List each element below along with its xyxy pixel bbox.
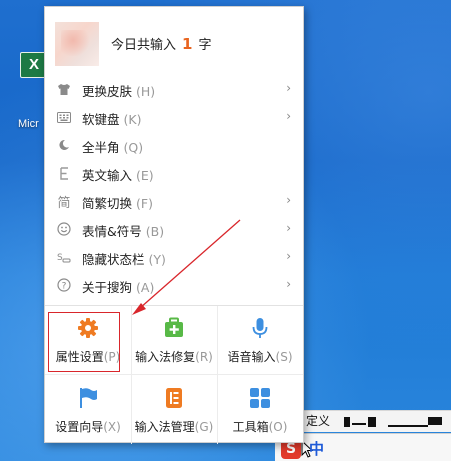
menu-item-hotkey: (K) (123, 112, 142, 127)
manager-icon (162, 386, 186, 410)
jian-icon: 简 (57, 195, 71, 211)
menu-header: 今日共输入 1 字 (45, 7, 303, 79)
chevron-right-icon: › (286, 249, 291, 263)
letter-e-icon (57, 166, 71, 180)
menu-item-english-input[interactable]: 英文输入 (E) (45, 159, 303, 187)
desktop-icon-label: Micr (18, 118, 39, 130)
header-suffix: 字 (198, 38, 212, 53)
svg-text:S: S (57, 253, 63, 263)
menu-item-hotkey: (E) (136, 168, 154, 183)
repair-kit-icon (162, 316, 186, 340)
menu-item-hotkey: (H) (136, 84, 156, 99)
flag-icon (76, 386, 100, 410)
grid-divider (45, 374, 303, 375)
background-text: 定义 (306, 414, 331, 428)
tile-ime-repair[interactable]: 输入法修复(R) (131, 306, 217, 372)
tile-hotkey: (O) (268, 420, 288, 434)
tile-label: 设置向导 (55, 420, 104, 434)
ime-mode-chinese[interactable]: 中 (309, 438, 324, 459)
tile-toolbox[interactable]: 工具箱(O) (217, 376, 303, 442)
tile-label: 输入法管理 (134, 420, 195, 434)
svg-text:?: ? (62, 282, 67, 292)
tile-label: 输入法修复 (135, 350, 196, 364)
redacted-marks (344, 417, 444, 427)
menu-item-emoji-symbols[interactable]: 表情&符号 (B) › (45, 215, 303, 243)
menu-item-hotkey: (Q) (123, 140, 144, 155)
header-prefix: 今日共输入 (111, 38, 177, 53)
chevron-right-icon: › (286, 81, 291, 95)
statusbar-icon: S (57, 250, 71, 264)
tile-label: 工具箱 (232, 420, 269, 434)
menu-item-simplified-traditional[interactable]: 简 简繁切换 (F) › (45, 187, 303, 215)
shirt-icon (57, 82, 71, 96)
background-document-strip: 定义 (300, 410, 451, 432)
tile-hotkey: (X) (103, 420, 121, 434)
tile-hotkey: (G) (194, 420, 214, 434)
menu-item-label: 更换皮肤 (82, 84, 133, 99)
tool-grid: 属性设置(P) 输入法修复(R) 语音输入(S) 设置向导(X) 输入法管理(G… (45, 306, 303, 444)
moon-icon (57, 138, 71, 152)
chevron-right-icon: › (286, 193, 291, 207)
menu-item-soft-keyboard[interactable]: 软键盘 (K) › (45, 103, 303, 131)
menu-item-label: 全半角 (82, 140, 120, 155)
microphone-icon (248, 316, 272, 340)
menu-item-label: 英文输入 (82, 168, 133, 183)
chevron-right-icon: › (286, 221, 291, 235)
smiley-icon (57, 222, 71, 236)
header-count: 1 (182, 35, 193, 53)
menu-item-label: 简繁切换 (82, 196, 133, 211)
sogou-context-menu: 今日共输入 1 字 更换皮肤 (H) › 软键盘 (K) › 全半角 (Q) 英… (44, 6, 304, 444)
menu-item-hotkey: (Y) (148, 252, 166, 267)
tile-voice-input[interactable]: 语音输入(S) (217, 306, 303, 372)
tile-hotkey: (S) (275, 350, 293, 364)
menu-item-label: 隐藏状态栏 (82, 252, 145, 267)
menu-item-label: 关于搜狗 (82, 280, 133, 295)
menu-list: 更换皮肤 (H) › 软键盘 (K) › 全半角 (Q) 英文输入 (E) 简 简繁切换… (45, 75, 303, 299)
menu-item-about-sogou[interactable]: ? 关于搜狗 (A) › (45, 271, 303, 299)
menu-item-hotkey: (B) (145, 224, 165, 239)
menu-item-label: 表情&符号 (82, 224, 142, 239)
menu-item-hotkey: (F) (136, 196, 153, 211)
tile-setup-wizard[interactable]: 设置向导(X) (45, 376, 131, 442)
daily-input-count: 今日共输入 1 字 (111, 34, 211, 53)
keyboard-icon (57, 110, 71, 124)
menu-item-hide-statusbar[interactable]: S 隐藏状态栏 (Y) › (45, 243, 303, 271)
highlight-box (48, 312, 120, 372)
menu-item-label: 软键盘 (82, 112, 120, 127)
tile-label: 语音输入 (227, 350, 276, 364)
chevron-right-icon: › (286, 109, 291, 123)
toolbox-icon (248, 386, 272, 410)
chevron-right-icon: › (286, 277, 291, 291)
menu-item-hotkey: (A) (136, 280, 155, 295)
tile-property-settings[interactable]: 属性设置(P) (45, 306, 131, 372)
menu-item-change-skin[interactable]: 更换皮肤 (H) › (45, 75, 303, 103)
question-icon: ? (57, 278, 71, 292)
avatar[interactable] (55, 22, 99, 66)
menu-item-full-half-width[interactable]: 全半角 (Q) (45, 131, 303, 159)
tile-hotkey: (R) (195, 350, 213, 364)
tile-ime-manager[interactable]: 输入法管理(G) (131, 376, 217, 442)
